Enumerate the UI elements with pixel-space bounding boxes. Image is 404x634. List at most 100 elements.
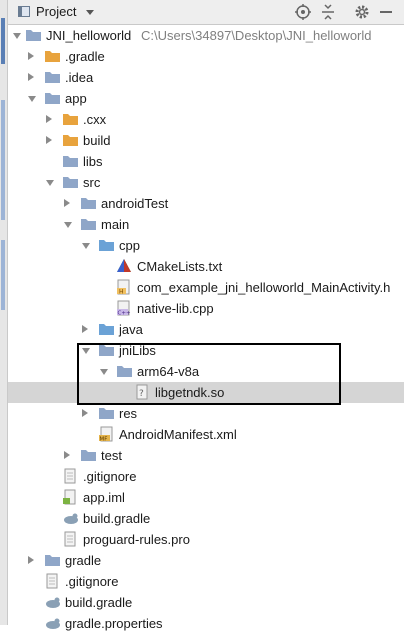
chevron-right-icon[interactable] (82, 409, 88, 417)
chevron-right-icon[interactable] (64, 451, 70, 459)
tree-row-jni-header-file[interactable]: Hcom_example_jni_helloworld_MainActivity… (8, 277, 404, 298)
chevron-right-icon[interactable] (46, 115, 52, 123)
java-dir-label: java (119, 322, 143, 337)
cxx-dir-label: .cxx (83, 112, 107, 127)
tree-row-app-dir[interactable]: app (8, 88, 404, 109)
android-test-dir-label: androidTest (101, 196, 169, 211)
chevron-right-icon[interactable] (64, 199, 70, 207)
native-lib-file-label: native-lib.cpp (137, 301, 214, 316)
tree-row-src-dir[interactable]: src (8, 172, 404, 193)
tool-window-tab[interactable] (1, 100, 5, 220)
tree-row-cxx-dir[interactable]: .cxx (8, 109, 404, 130)
tree-row-res-dir[interactable]: res (8, 403, 404, 424)
jnilibs-dir-label: jniLibs (119, 343, 156, 358)
settings-gear-icon[interactable] (353, 3, 371, 21)
tree-row-main-dir[interactable]: main (8, 214, 404, 235)
cmakelists-file-label: CMakeLists.txt (137, 259, 223, 274)
chevron-down-icon[interactable] (82, 243, 90, 249)
locate-icon[interactable] (294, 3, 312, 21)
tree-row-android-test-dir[interactable]: androidTest (8, 193, 404, 214)
tree-row-cpp-dir[interactable]: cpp (8, 235, 404, 256)
folder-icon (62, 132, 79, 148)
file-icon (62, 531, 79, 547)
folder-icon (62, 153, 79, 169)
tree-row-root-gitignore-file[interactable]: .gitignore (8, 571, 404, 592)
svg-text:H: H (119, 289, 124, 296)
tree-row-android-manifest-file[interactable]: MF AndroidManifest.xml (8, 424, 404, 445)
chevron-right-icon[interactable] (28, 556, 34, 564)
gradle-dir-label: .gradle (65, 49, 105, 64)
tree-row-native-lib-file[interactable]: C++ native-lib.cpp (8, 298, 404, 319)
folder-icon (80, 195, 97, 211)
folder-icon (98, 321, 115, 337)
res-dir-label: res (119, 406, 138, 421)
tool-window-tab[interactable] (1, 240, 5, 310)
tool-window-tab[interactable] (1, 18, 5, 64)
chevron-right-icon[interactable] (46, 136, 52, 144)
folder-icon (80, 216, 97, 232)
expand-arrow-icon[interactable] (13, 33, 21, 39)
hide-minus-icon[interactable] (377, 3, 395, 21)
file-icon: H (116, 279, 133, 296)
app-iml-file-label: app.iml (83, 490, 125, 505)
tree-row-app-iml-file[interactable]: app.iml (8, 487, 404, 508)
folder-icon (44, 90, 61, 106)
idea-dir-label: .idea (65, 70, 94, 85)
gradle-dir-root-label: gradle (65, 553, 102, 568)
chevron-right-icon[interactable] (28, 52, 34, 60)
tree-row-proguard-rules-file[interactable]: proguard-rules.pro (8, 529, 404, 550)
tree-row-arm64-v8a-dir[interactable]: arm64-v8a (8, 361, 404, 382)
project-folder-icon (25, 27, 42, 43)
project-view-title[interactable]: Project (36, 4, 76, 19)
chevron-down-icon[interactable] (64, 222, 72, 228)
chevron-right-icon[interactable] (28, 73, 34, 81)
tree-row-gradle-properties-file[interactable]: gradle.properties (8, 613, 404, 634)
file-icon (62, 489, 79, 505)
file-icon: MF (98, 426, 115, 443)
tree-row-gradle-dir[interactable]: .gradle (8, 46, 404, 67)
file-icon (44, 594, 61, 610)
tree-row-root-build-gradle-file[interactable]: build.gradle (8, 592, 404, 613)
chevron-down-icon[interactable] (82, 348, 90, 354)
tree-row-build-dir[interactable]: build (8, 130, 404, 151)
app-gitignore-file-label: .gitignore (83, 469, 137, 484)
svg-text:C++: C++ (118, 311, 131, 317)
build-dir-label: build (83, 133, 111, 148)
folder-icon (98, 405, 115, 421)
src-dir-label: src (83, 175, 101, 190)
folder-icon (98, 237, 115, 253)
app-build-gradle-file-label: build.gradle (83, 511, 151, 526)
chevron-down-icon[interactable] (46, 180, 54, 186)
chevron-down-icon[interactable] (86, 10, 94, 15)
file-icon: C++ (116, 300, 133, 317)
chevron-down-icon[interactable] (28, 96, 36, 102)
android-manifest-file-label: AndroidManifest.xml (119, 427, 237, 442)
proguard-rules-file-label: proguard-rules.pro (83, 532, 190, 547)
tree-row-app-gitignore-file[interactable]: .gitignore (8, 466, 404, 487)
tree-row-gradle-dir-root[interactable]: gradle (8, 550, 404, 571)
folder-icon (98, 342, 115, 358)
tree-row-test-dir[interactable]: test (8, 445, 404, 466)
tree-row-cmakelists-file[interactable]: CMakeLists.txt (8, 256, 404, 277)
test-dir-label: test (101, 448, 122, 463)
file-icon (62, 468, 79, 484)
app-dir-label: app (65, 91, 87, 106)
collapse-all-icon[interactable] (319, 3, 337, 21)
chevron-down-icon[interactable] (100, 369, 108, 375)
tree-row-java-dir[interactable]: java (8, 319, 404, 340)
tree-row-idea-dir[interactable]: .idea (8, 67, 404, 88)
folder-icon (62, 111, 79, 127)
folder-icon (80, 447, 97, 463)
tree-row-libs-dir[interactable]: libs (8, 151, 404, 172)
project-view-icon (18, 6, 30, 17)
arm64-v8a-dir-label: arm64-v8a (137, 364, 200, 379)
tree-row-app-build-gradle-file[interactable]: build.gradle (8, 508, 404, 529)
libgetndk-file-label: libgetndk.so (155, 385, 225, 400)
tree-row-libgetndk-file[interactable]: ? libgetndk.so (8, 382, 404, 403)
file-icon (62, 510, 79, 526)
root-gitignore-file-label: .gitignore (65, 574, 119, 589)
tree-row-root[interactable]: JNI_helloworld C:\Users\34897\Desktop\JNI… (8, 25, 404, 46)
chevron-right-icon[interactable] (82, 325, 88, 333)
folder-icon (44, 552, 61, 568)
tree-row-jnilibs-dir[interactable]: jniLibs (8, 340, 404, 361)
